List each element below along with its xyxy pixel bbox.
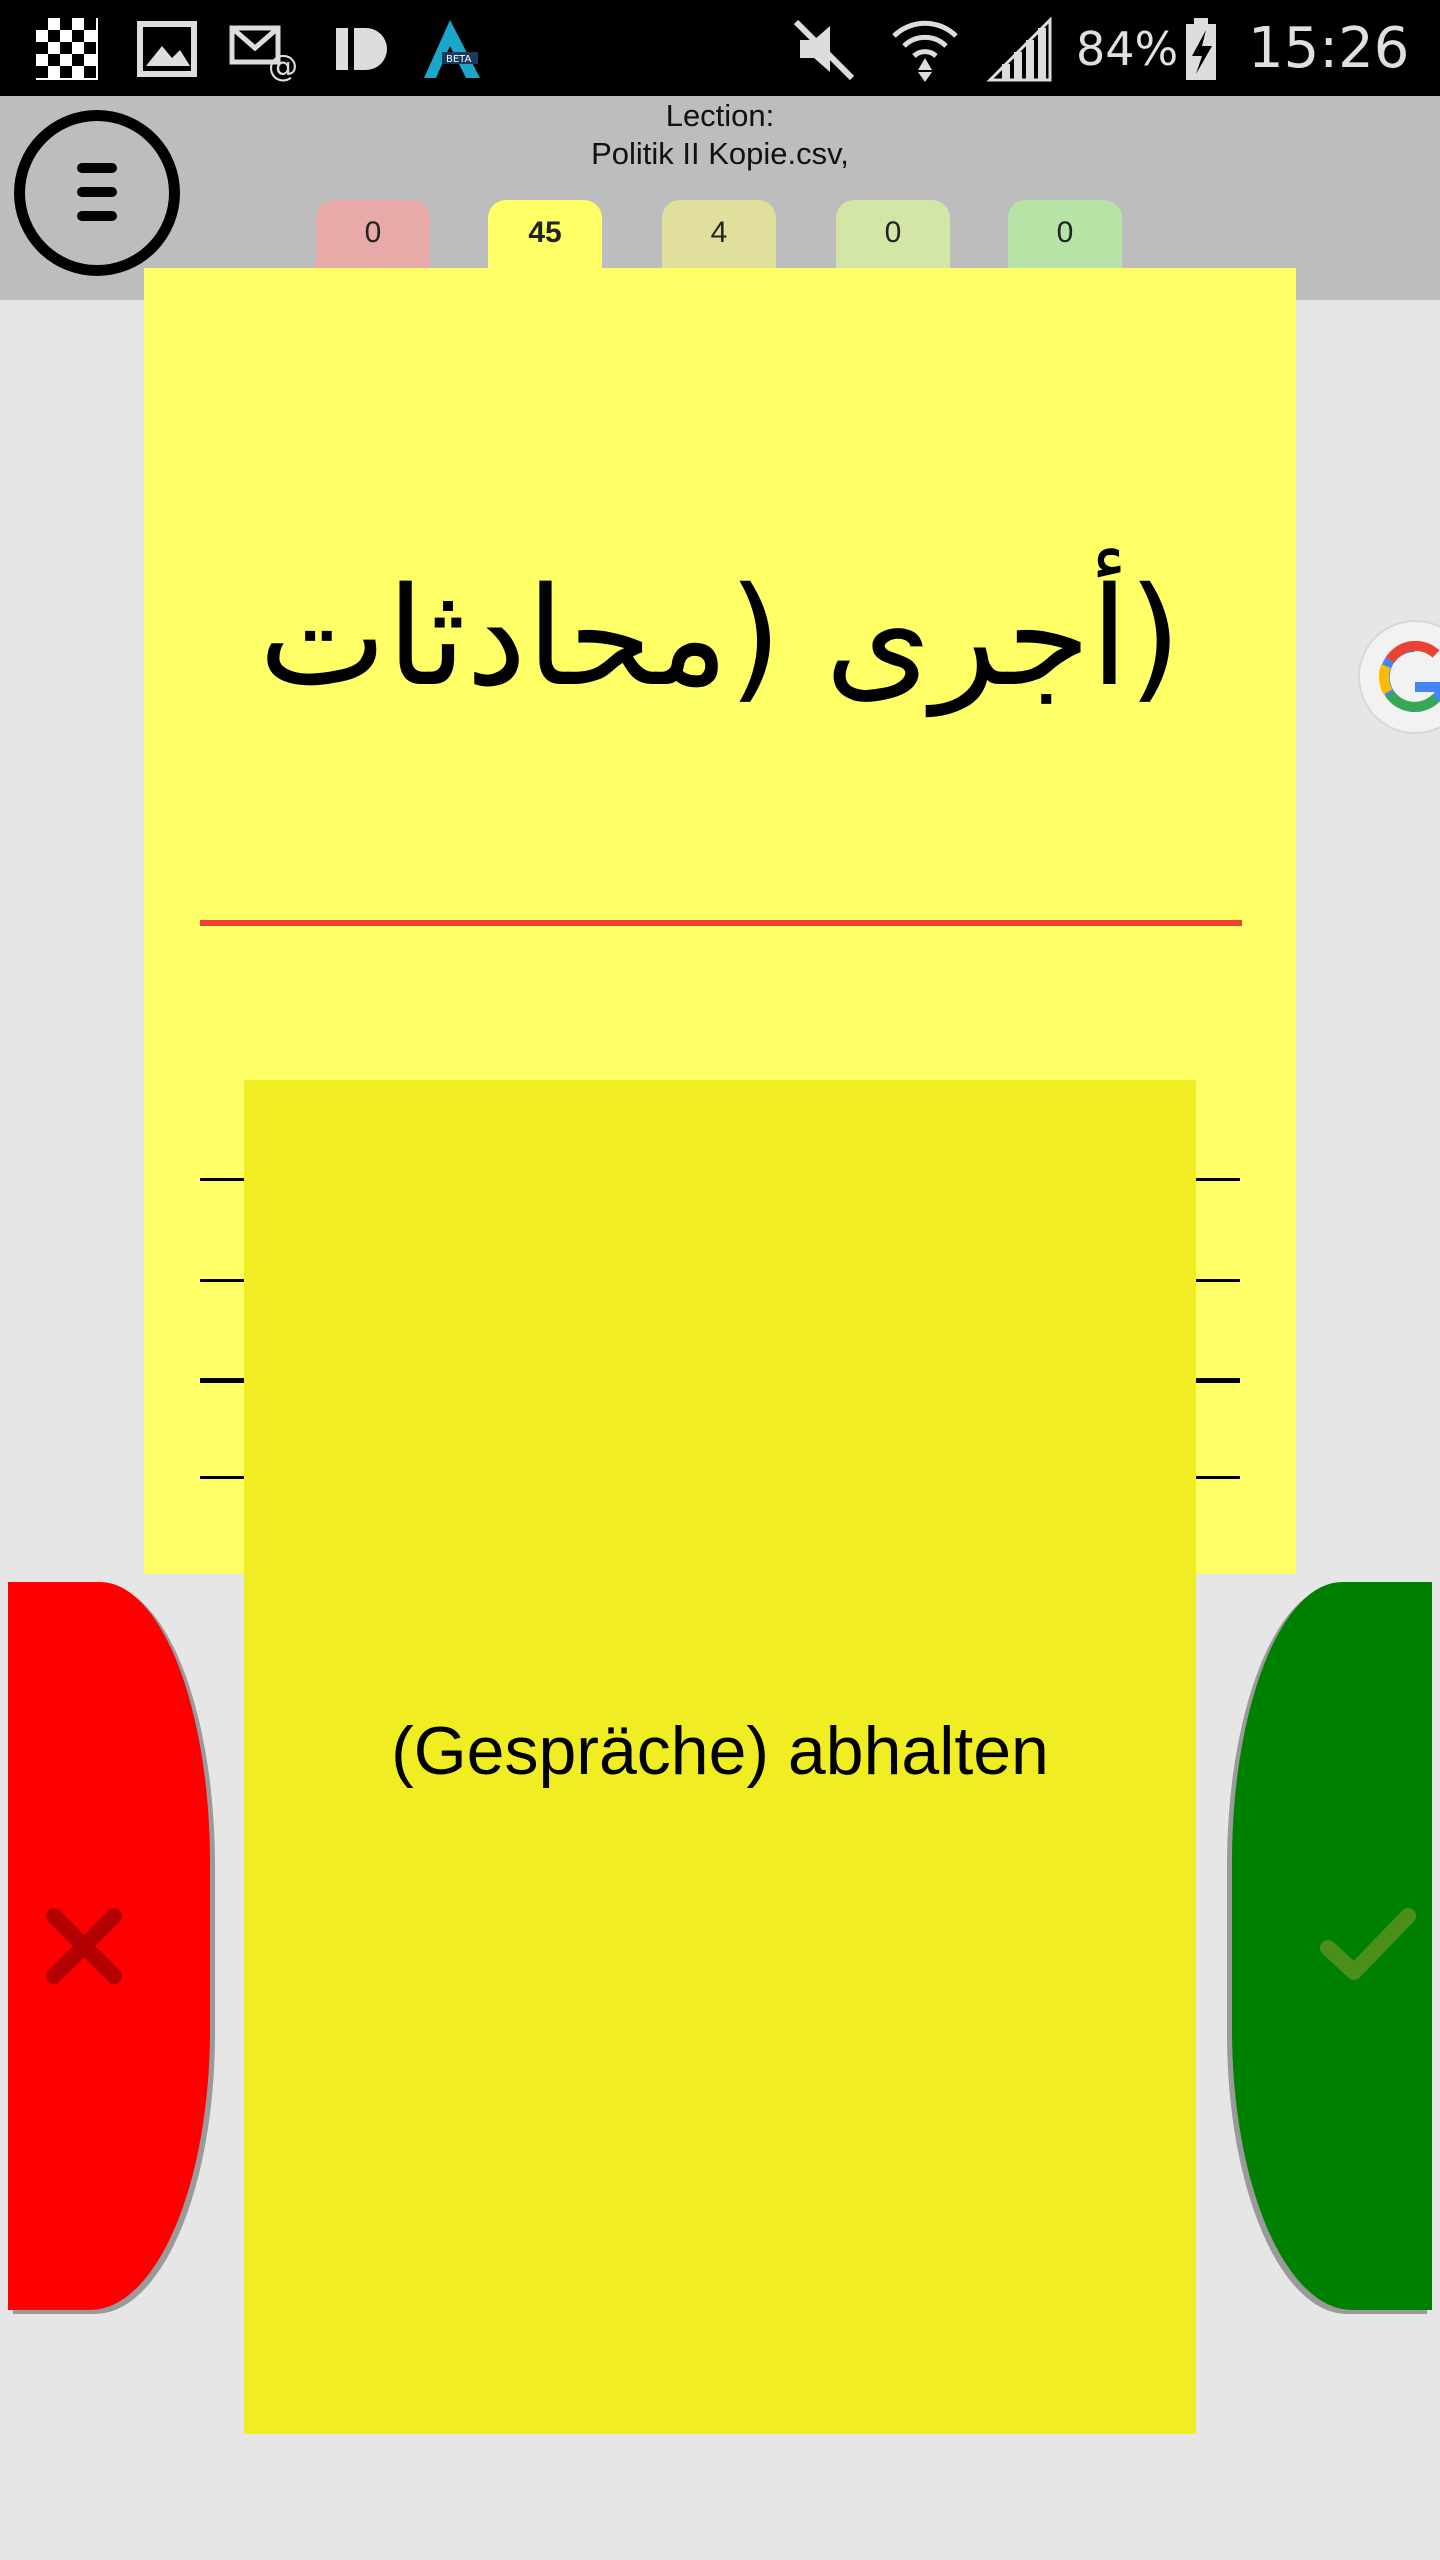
red-cross-icon <box>46 1908 122 1984</box>
menu-button[interactable] <box>14 110 180 276</box>
ruled-line <box>1196 1378 1240 1383</box>
tab-box-4[interactable]: 0 <box>836 200 950 270</box>
lection-file-name: Politik II Kopie.csv, <box>591 136 849 171</box>
signal-icon <box>986 16 1052 82</box>
lection-label: Lection: <box>665 98 775 133</box>
ruled-line <box>200 1279 244 1282</box>
tab-box-5[interactable]: 0 <box>1008 200 1122 270</box>
email-icon: @ <box>229 25 298 84</box>
checkerboard-app-icon <box>36 18 98 80</box>
status-bar: @ BETA 84% 15:26 <box>0 0 1440 96</box>
id-app-icon <box>336 28 387 70</box>
tab-box-3[interactable]: 4 <box>662 200 776 270</box>
correct-answer-button[interactable] <box>1232 1582 1432 2310</box>
wrong-answer-button[interactable] <box>8 1582 210 2310</box>
ruled-line <box>1196 1476 1240 1479</box>
ruled-line <box>200 1476 244 1479</box>
ruled-line <box>1196 1279 1240 1282</box>
card-divider <box>200 920 1242 926</box>
battery-percentage: 84% <box>1076 22 1179 76</box>
answer-text: (Gespräche) abhalten <box>391 1713 1049 1789</box>
battery-charging-icon <box>1186 18 1216 80</box>
wifi-icon <box>892 20 958 82</box>
mute-icon <box>793 19 855 81</box>
gallery-icon <box>137 21 197 77</box>
svg-text:BETA: BETA <box>446 54 472 65</box>
svg-text:@: @ <box>268 49 298 84</box>
tab-box-2[interactable]: 45 <box>488 200 602 270</box>
beta-app-icon: BETA <box>424 20 480 78</box>
question-text: (أجرى (محادثات <box>258 559 1182 717</box>
ruled-line <box>1196 1178 1240 1181</box>
ruled-line <box>200 1378 244 1383</box>
tab-box-1[interactable]: 0 <box>316 200 430 270</box>
ruled-line <box>200 1178 244 1181</box>
green-checkmark-icon <box>1320 1908 1416 1980</box>
clock: 15:26 <box>1248 16 1410 81</box>
hamburger-menu-icon <box>77 163 117 221</box>
